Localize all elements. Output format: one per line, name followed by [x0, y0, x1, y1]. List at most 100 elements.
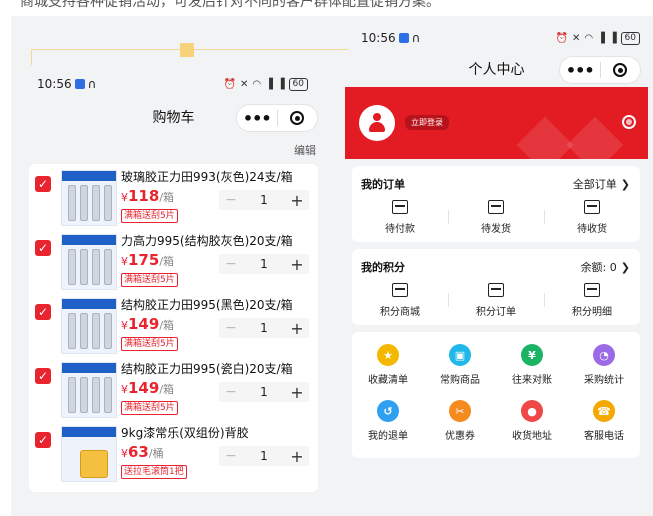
product-thumbnail[interactable] — [61, 362, 117, 418]
cart-item[interactable]: ✓ 9kg漆常乐(双组份)背胶 ¥63/桶 送拉毛滚筒1把 −1 + — [29, 424, 318, 486]
checkmark-icon: ✓ — [37, 241, 49, 255]
thumbnail-tube — [68, 249, 76, 285]
service-item[interactable]: ● 收货地址 — [496, 400, 568, 442]
service-item-label: 常购商品 — [440, 375, 480, 386]
points-order-icon — [488, 283, 504, 297]
item-checkbox[interactable]: ✓ — [35, 176, 51, 192]
points-mall-icon — [392, 283, 408, 297]
service-item[interactable]: ▣ 常购商品 — [424, 344, 496, 386]
thumbnail-tube — [68, 185, 76, 221]
points-item[interactable]: 积分订单 — [448, 283, 544, 318]
quantity-input[interactable]: 1 — [243, 321, 285, 335]
service-item[interactable]: ★ 收藏清单 — [352, 344, 424, 386]
star-icon: ★ — [377, 344, 399, 366]
service-item-label: 采购统计 — [584, 375, 624, 386]
product-price: ¥175/箱 — [121, 251, 175, 269]
points-item-label: 积分商城 — [380, 307, 420, 318]
edit-button[interactable]: 编辑 — [294, 142, 316, 158]
promo-tag: 满箱送刮5片 — [121, 401, 178, 415]
item-checkbox[interactable]: ✓ — [35, 368, 51, 384]
guide-line-vertical — [31, 49, 32, 65]
product-thumbnail[interactable] — [61, 170, 117, 226]
close-capsule-button[interactable] — [277, 111, 317, 125]
thumbnail-tube — [80, 377, 88, 413]
increase-button[interactable]: + — [285, 191, 309, 210]
login-button[interactable]: 立即登录 — [405, 115, 449, 130]
decrease-button[interactable]: − — [219, 192, 243, 208]
headset-status-icon: ∩ — [411, 31, 421, 45]
thumbnail-tube — [80, 313, 88, 349]
promo-tag: 满箱送刮5片 — [121, 209, 178, 223]
cart-item[interactable]: ✓ 结构胶正力田995(黑色)20支/箱 ¥149/箱 满箱送刮5片 −1 + — [29, 296, 318, 358]
service-item[interactable]: ↺ 我的退单 — [352, 400, 424, 442]
increase-button[interactable]: + — [285, 383, 309, 402]
service-item[interactable]: ¥ 往来对账 — [496, 344, 568, 386]
settings-gear-icon[interactable] — [622, 115, 636, 129]
orders-item[interactable]: 待付款 — [352, 200, 448, 235]
product-thumbnail[interactable] — [61, 426, 117, 482]
decrease-button[interactable]: − — [219, 448, 243, 464]
quantity-input[interactable]: 1 — [243, 449, 285, 463]
decrease-button[interactable]: − — [219, 256, 243, 272]
wifi-icon: ◠ — [252, 78, 262, 90]
orders-item[interactable]: 待发货 — [448, 200, 544, 235]
thumbnail-bucket — [80, 450, 108, 478]
service-item[interactable]: ☎ 客服电话 — [568, 400, 640, 442]
target-icon — [613, 63, 628, 77]
quantity-input[interactable]: 1 — [243, 257, 285, 271]
decrease-button[interactable]: − — [219, 384, 243, 400]
more-icon[interactable]: ••• — [560, 61, 600, 80]
item-checkbox[interactable]: ✓ — [35, 240, 51, 256]
product-thumbnail[interactable] — [61, 234, 117, 290]
product-name[interactable]: 力高力995(结构胶灰色)20支/箱 — [121, 232, 293, 249]
product-price: ¥63/桶 — [121, 443, 164, 461]
item-checkbox[interactable]: ✓ — [35, 304, 51, 320]
quantity-stepper: −1 + — [219, 254, 309, 274]
notification-badge-icon — [74, 79, 85, 89]
product-thumbnail[interactable] — [61, 298, 117, 354]
cart-item[interactable]: ✓ 结构胶正力田995(瓷白)20支/箱 ¥149/箱 满箱送刮5片 −1 + — [29, 360, 318, 422]
increase-button[interactable]: + — [285, 255, 309, 274]
product-name[interactable]: 结构胶正力田995(瓷白)20支/箱 — [121, 360, 293, 377]
more-icon[interactable]: ••• — [237, 109, 277, 128]
thumbnail-tube — [104, 377, 112, 413]
increase-button[interactable]: + — [285, 319, 309, 338]
thumbnail-header — [62, 299, 116, 309]
all-orders-link[interactable]: 全部订单 ❯ — [573, 176, 630, 192]
cart-list: ✓ 玻璃胶正力田993(灰色)24支/箱 ¥118/箱 满箱送刮5片 −1 + ✓ 力高力99… — [29, 164, 318, 492]
decrease-button[interactable]: − — [219, 320, 243, 336]
page-caption: 商城支持各种促销活动，可发后针对不同的客户群体配置促销方案。 — [20, 0, 440, 10]
package-icon — [488, 200, 504, 214]
signal-icon: ▐ — [597, 32, 605, 44]
points-item[interactable]: 积分商城 — [352, 283, 448, 318]
increase-button[interactable]: + — [285, 447, 309, 466]
quantity-input[interactable]: 1 — [243, 193, 285, 207]
thumbnail-header — [62, 171, 116, 181]
cart-item[interactable]: ✓ 力高力995(结构胶灰色)20支/箱 ¥175/箱 满箱送刮5片 −1 + — [29, 232, 318, 294]
alarm-icon: ⏰ — [555, 32, 569, 44]
service-item[interactable]: ◔ 采购统计 — [568, 344, 640, 386]
points-item[interactable]: 积分明细 — [544, 283, 640, 318]
product-name[interactable]: 结构胶正力田995(黑色)20支/箱 — [121, 296, 293, 313]
thumbnail-tube — [92, 313, 100, 349]
points-detail-icon — [584, 283, 600, 297]
thumbnail-tube — [104, 313, 112, 349]
product-name[interactable]: 玻璃胶正力田993(灰色)24支/箱 — [121, 168, 293, 185]
avatar[interactable] — [359, 105, 395, 141]
services-grid: ★ 收藏清单 ▣ 常购商品 ¥ 往来对账 ◔ 采购统计 ↺ 我的退单 ✂ 优惠券 ● 收货地址 ☎ 客服电话 — [352, 332, 640, 458]
orders-item[interactable]: 待收货 — [544, 200, 640, 235]
points-item-label: 积分订单 — [476, 307, 516, 318]
checkmark-icon: ✓ — [37, 177, 49, 191]
mini-program-capsule: ••• — [236, 104, 318, 132]
cart-item[interactable]: ✓ 玻璃胶正力田993(灰色)24支/箱 ¥118/箱 满箱送刮5片 −1 + — [29, 168, 318, 230]
close-capsule-button[interactable] — [600, 63, 640, 77]
service-item-label: 优惠券 — [445, 431, 475, 442]
product-name[interactable]: 9kg漆常乐(双组份)背胶 — [121, 424, 249, 441]
service-item[interactable]: ✂ 优惠券 — [424, 400, 496, 442]
points-balance-link[interactable]: 余额: 0 ❯ — [581, 259, 630, 275]
checkmark-icon: ✓ — [37, 369, 49, 383]
item-checkbox[interactable]: ✓ — [35, 432, 51, 448]
bag-icon: ▣ — [449, 344, 471, 366]
thumbnail-tube — [92, 249, 100, 285]
quantity-input[interactable]: 1 — [243, 385, 285, 399]
